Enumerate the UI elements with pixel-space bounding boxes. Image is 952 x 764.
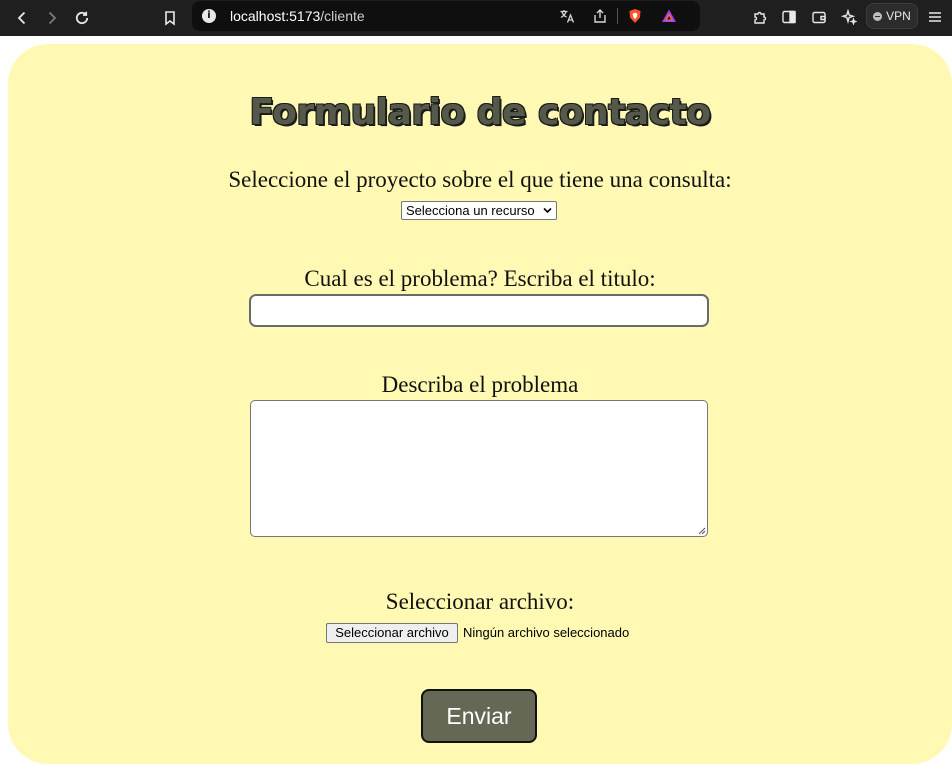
- browser-toolbar: i localhost:5173/cliente VPN: [0, 0, 952, 36]
- sidebar-icon[interactable]: [779, 7, 799, 27]
- bookmark-icon[interactable]: [159, 7, 181, 29]
- forward-icon[interactable]: [41, 7, 63, 29]
- address-separator: [617, 8, 618, 24]
- file-select-button[interactable]: Seleccionar archivo: [326, 623, 458, 643]
- file-status-text: Ningún archivo seleccionado: [463, 625, 630, 640]
- description-textarea[interactable]: [250, 400, 708, 537]
- wallet-icon[interactable]: [809, 7, 829, 27]
- address-bar[interactable]: i localhost:5173/cliente: [192, 1, 700, 31]
- vpn-button[interactable]: VPN: [866, 3, 918, 29]
- brave-shield-icon[interactable]: [626, 7, 644, 25]
- url-host: localhost:5173: [230, 8, 321, 24]
- vpn-label: VPN: [886, 9, 911, 23]
- description-label: Describa el problema: [381, 372, 579, 397]
- share-icon[interactable]: [591, 7, 609, 25]
- project-select-value: Selecciona un recurso: [406, 203, 535, 218]
- reload-icon[interactable]: [71, 7, 93, 29]
- page-title: Formulario de contacto: [249, 92, 711, 133]
- address-text[interactable]: localhost:5173/cliente: [230, 8, 365, 24]
- submit-button[interactable]: Enviar: [421, 689, 537, 743]
- title-input[interactable]: [249, 294, 709, 327]
- translate-icon[interactable]: [558, 7, 576, 25]
- project-label: Seleccione el proyecto sobre el que tien…: [228, 167, 732, 192]
- menu-icon[interactable]: [925, 7, 945, 27]
- project-select[interactable]: Selecciona un recurso: [401, 201, 557, 220]
- vpn-status-icon: [873, 11, 883, 21]
- page-viewport: Formulario de contacto Seleccione el pro…: [0, 36, 952, 764]
- chevron-down-icon: [543, 207, 552, 214]
- brave-rewards-icon[interactable]: [660, 7, 678, 25]
- resize-grip-icon[interactable]: [696, 525, 706, 535]
- extensions-icon[interactable]: [750, 7, 770, 27]
- file-label: Seleccionar archivo:: [385, 589, 575, 614]
- site-info-icon[interactable]: i: [202, 9, 216, 23]
- leo-ai-icon[interactable]: [839, 7, 859, 27]
- title-field-label: Cual es el problema? Escriba el titulo:: [304, 266, 656, 291]
- url-path: /cliente: [320, 8, 365, 24]
- back-icon[interactable]: [11, 7, 33, 29]
- contact-form-card: Formulario de contacto Seleccione el pro…: [8, 44, 952, 764]
